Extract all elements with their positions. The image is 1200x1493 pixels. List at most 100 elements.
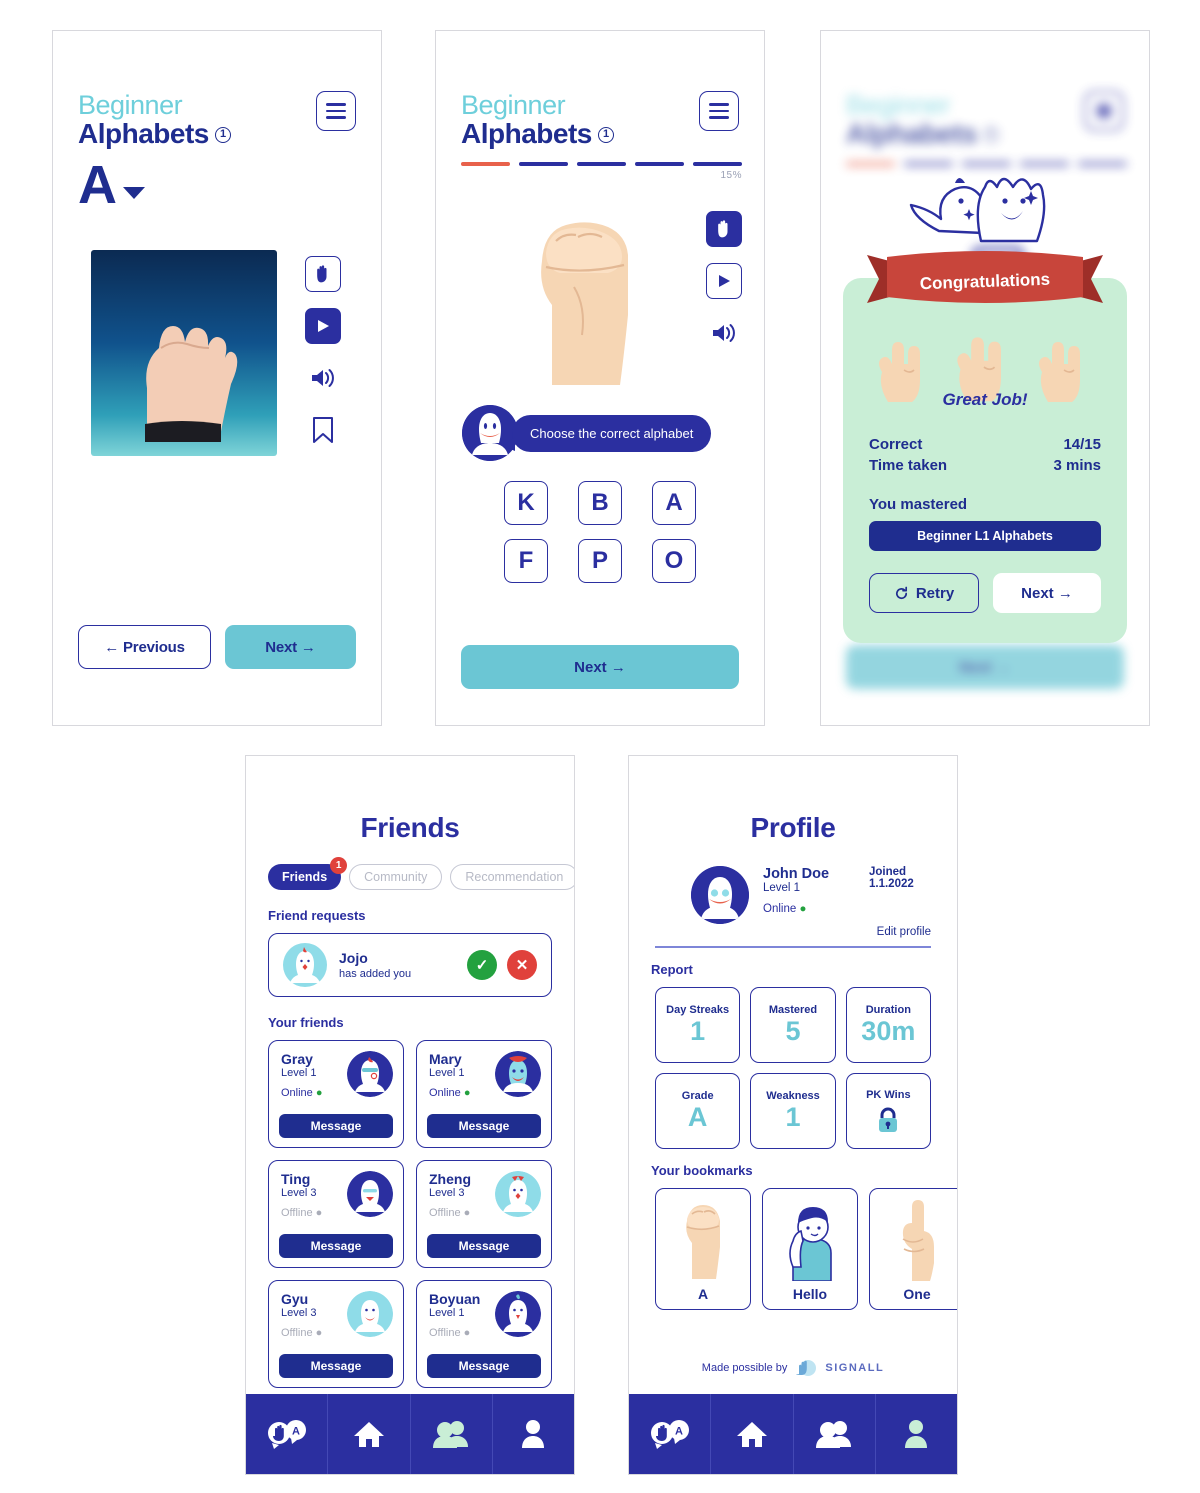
screen-learn: Beginner Alphabets 1 A ← Previous Next →	[52, 30, 382, 726]
bookmark-label: One	[903, 1285, 931, 1302]
sidebar-item-home[interactable]	[711, 1394, 794, 1474]
stat-label: Correct	[869, 436, 923, 453]
stat-value: 14/15	[1063, 436, 1101, 453]
friend-card[interactable]: Gyu Level 3 Offline ● Message	[268, 1280, 404, 1388]
report-value: 30m	[861, 1016, 916, 1047]
learn-nav-icon: A	[650, 1420, 689, 1449]
friend-card[interactable]: Zheng Level 3 Offline ● Message	[416, 1160, 552, 1268]
screen-result: Beginner Alphabets 1 Next → Congratulati…	[820, 30, 1150, 726]
progress-segment	[693, 162, 742, 167]
quiz-option[interactable]: A	[652, 481, 696, 526]
decline-request-button[interactable]: ✕	[507, 950, 537, 980]
play-icon[interactable]	[706, 263, 742, 300]
quiz-illustration-area	[436, 181, 764, 391]
friends-tabs: Friends 1 Community Recommendation	[246, 844, 574, 890]
quiz-option[interactable]: B	[578, 481, 622, 526]
learn-title: Alphabets 1	[78, 119, 231, 150]
quiz-option[interactable]: K	[504, 481, 548, 526]
stat-value: 3 mins	[1053, 457, 1101, 474]
previous-button[interactable]: ← Previous	[78, 625, 211, 669]
svg-text:A: A	[292, 1426, 300, 1438]
letter-selector[interactable]: A	[53, 150, 381, 212]
play-icon[interactable]	[305, 308, 341, 345]
quiz-option[interactable]: O	[652, 539, 696, 584]
friend-card[interactable]: Mary Level 1 Online ● Message	[416, 1040, 552, 1148]
mastered-badge: Beginner L1 Alphabets	[869, 521, 1101, 551]
your-friends-label: Your friends	[268, 1015, 344, 1030]
sidebar-item-home[interactable]	[328, 1394, 411, 1474]
quiz-prompt-row: Choose the correct alphabet	[436, 391, 764, 462]
friend-request-card: Jojo has added you ✓ ✕	[268, 933, 552, 997]
refresh-icon	[895, 586, 907, 599]
progress-percent: 15%	[720, 170, 742, 182]
report-value: 1	[690, 1016, 706, 1047]
level-badge: 1	[982, 126, 999, 143]
speaker-icon[interactable]	[305, 360, 341, 396]
screen-friends: Friends Friends 1 Community Recommendati…	[245, 755, 575, 1475]
profile-level: Level 1	[763, 882, 801, 894]
hand-sign-icon[interactable]	[706, 211, 742, 248]
tab-recommendation[interactable]: Recommendation	[450, 864, 574, 890]
bookmark-icon[interactable]	[305, 412, 341, 448]
report-label-text: Day Streaks	[666, 1004, 730, 1017]
sidebar-item-profile[interactable]	[493, 1394, 574, 1474]
bookmark-card[interactable]: Hello	[762, 1187, 858, 1310]
ily-hand-icon	[879, 342, 920, 402]
avatar	[691, 866, 749, 924]
request-sub: has added you	[339, 967, 412, 980]
sidebar-item-learn[interactable]: A	[629, 1394, 712, 1474]
hamburger-icon[interactable]	[316, 91, 356, 131]
hand-sign-icon[interactable]	[305, 256, 341, 293]
congratulations-ribbon: Congratulations	[867, 251, 1103, 303]
level-badge: 1	[214, 126, 231, 143]
tab-community[interactable]: Community	[349, 864, 443, 890]
quiz-title-block: Beginner Alphabets 1	[461, 91, 614, 150]
friend-card[interactable]: Gray Level 1 Online ● Message	[268, 1040, 404, 1148]
next-button[interactable]: Next →	[225, 625, 356, 669]
learn-kicker: Beginner	[78, 90, 183, 120]
mascot-avatar	[462, 405, 518, 462]
quiz-option[interactable]: P	[578, 539, 622, 584]
caret-down-icon[interactable]	[123, 187, 145, 200]
learn-media-row	[53, 212, 381, 457]
report-label-text: Grade	[681, 1090, 714, 1103]
next-button[interactable]: Next →	[993, 573, 1101, 613]
tab-label: Friends	[282, 870, 328, 884]
learn-tools	[305, 250, 341, 448]
signall-logo-icon	[796, 1360, 817, 1376]
friend-card[interactable]: Boyuan Level 1 Offline ● Message	[416, 1280, 552, 1388]
bookmark-card[interactable]: One	[869, 1187, 957, 1310]
home-nav-icon	[353, 1422, 384, 1447]
message-button[interactable]: Message	[427, 1234, 541, 1258]
avatar	[347, 1051, 393, 1097]
edit-profile-link[interactable]: Edit profile	[629, 924, 957, 938]
sidebar-item-friends[interactable]	[794, 1394, 876, 1474]
message-button[interactable]: Message	[427, 1354, 541, 1378]
report-card: Grade A	[655, 1072, 741, 1149]
speaker-icon[interactable]	[706, 315, 742, 351]
progress-segment	[577, 162, 626, 167]
sidebar-item-learn[interactable]: A	[246, 1394, 329, 1474]
hamburger-icon[interactable]	[699, 91, 739, 131]
message-button[interactable]: Message	[279, 1234, 393, 1258]
message-button[interactable]: Message	[279, 1114, 393, 1138]
quiz-option[interactable]: F	[504, 539, 548, 584]
tab-friends[interactable]: Friends 1	[268, 857, 348, 890]
accept-request-button[interactable]: ✓	[467, 950, 497, 980]
next-button[interactable]: Next →	[461, 645, 739, 689]
friend-card[interactable]: Ting Level 3 Offline ● Message	[268, 1160, 404, 1268]
footer-brand: SIGNALL	[825, 1362, 885, 1374]
bookmark-card[interactable]: A	[655, 1187, 751, 1310]
learn-nav-icon: A	[267, 1420, 306, 1449]
person-salute-icon	[763, 1197, 857, 1281]
quiz-title-text: Alphabets	[461, 118, 592, 150]
quiz-prompt: Choose the correct alphabet	[502, 414, 712, 452]
sidebar-item-friends[interactable]	[411, 1394, 493, 1474]
sidebar-item-profile[interactable]	[876, 1394, 957, 1474]
retry-button[interactable]: Retry	[869, 573, 979, 613]
message-button[interactable]: Message	[279, 1354, 393, 1378]
message-button[interactable]: Message	[427, 1114, 541, 1138]
avatar	[495, 1171, 541, 1217]
bookmarks-label: Your bookmarks	[651, 1162, 753, 1178]
report-label: Report	[651, 961, 693, 977]
